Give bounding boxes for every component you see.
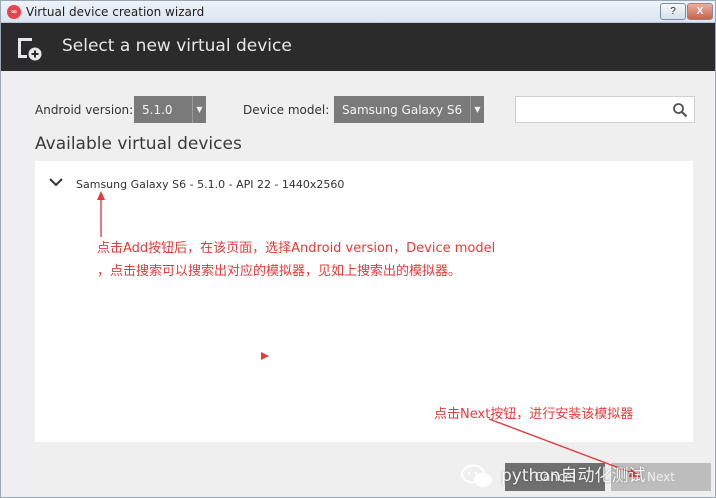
annotation-next-hint: 点击Next按钮，进行安装该模拟器 [434, 407, 634, 422]
genymotion-app-icon: ∞ [7, 5, 21, 19]
chevron-down-icon[interactable] [49, 177, 63, 187]
device-list-item[interactable]: Samsung Galaxy S6 - 5.1.0 - API 22 - 144… [35, 173, 693, 197]
new-device-icon [18, 38, 42, 61]
close-button[interactable]: X [687, 3, 713, 20]
page-title: Select a new virtual device [62, 36, 292, 56]
red-triangle-marker [261, 352, 269, 360]
filter-bar: Android version: 5.1.0 ▼ Device model: S… [1, 96, 715, 124]
window-title: Virtual device creation wizard [26, 5, 205, 19]
search-input[interactable] [515, 96, 695, 123]
available-devices-heading: Available virtual devices [35, 134, 242, 154]
wechat-icon [461, 464, 492, 487]
device-model-label: Device model: [243, 103, 330, 117]
wizard-window: ∞ Virtual device creation wizard ? X Sel… [0, 0, 716, 498]
android-version-label: Android version: [35, 103, 134, 117]
search-icon[interactable] [672, 102, 688, 118]
device-label: Samsung Galaxy S6 - 5.1.0 - API 22 - 144… [76, 178, 345, 191]
chevron-down-icon: ▼ [470, 96, 484, 123]
annotation-text: ，点击搜索可以搜索出对应的模拟器，见如上搜索出的模拟器。 [97, 264, 462, 279]
annotation-text: 点击Add按钮后，在该页面，选择Android version，Device m… [97, 241, 496, 256]
android-version-select[interactable]: 5.1.0 ▼ [134, 96, 206, 123]
wizard-header: Select a new virtual device [1, 23, 715, 71]
watermark-text: python自动化测试 [501, 466, 646, 486]
title-bar: ∞ Virtual device creation wizard ? X [1, 1, 715, 23]
device-model-select[interactable]: Samsung Galaxy S6 ▼ [334, 96, 484, 123]
device-model-value: Samsung Galaxy S6 [342, 103, 463, 117]
chevron-down-icon: ▼ [192, 96, 206, 123]
help-button[interactable]: ? [660, 3, 686, 20]
android-version-value: 5.1.0 [142, 103, 173, 117]
device-list: Samsung Galaxy S6 - 5.1.0 - API 22 - 144… [35, 161, 693, 442]
